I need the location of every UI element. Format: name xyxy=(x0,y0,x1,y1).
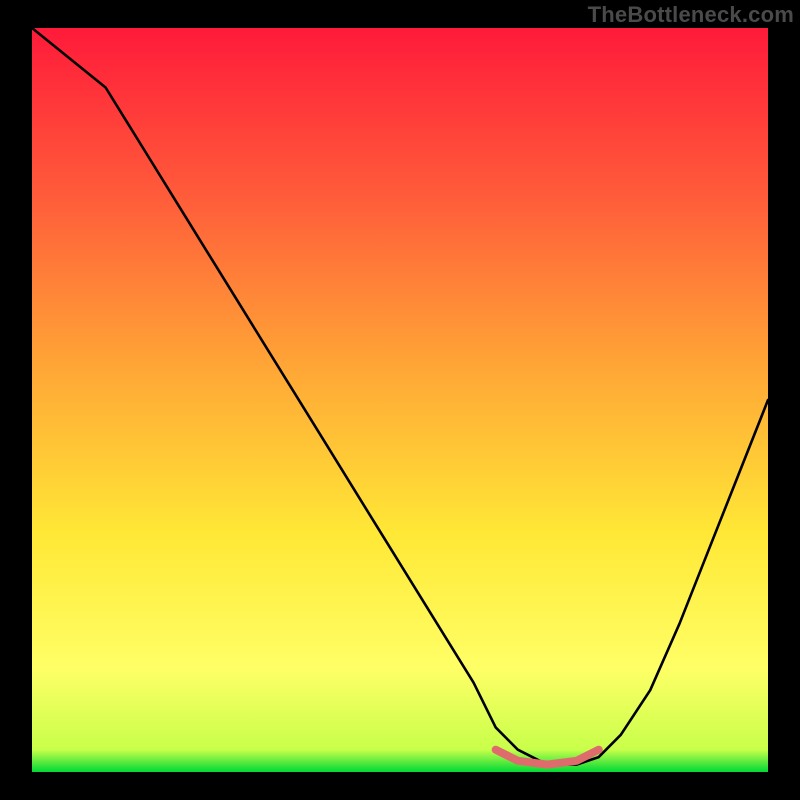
bottleneck-chart xyxy=(32,28,768,772)
chart-frame: TheBottleneck.com xyxy=(0,0,800,800)
watermark-text: TheBottleneck.com xyxy=(588,2,794,28)
gradient-background xyxy=(32,28,768,772)
